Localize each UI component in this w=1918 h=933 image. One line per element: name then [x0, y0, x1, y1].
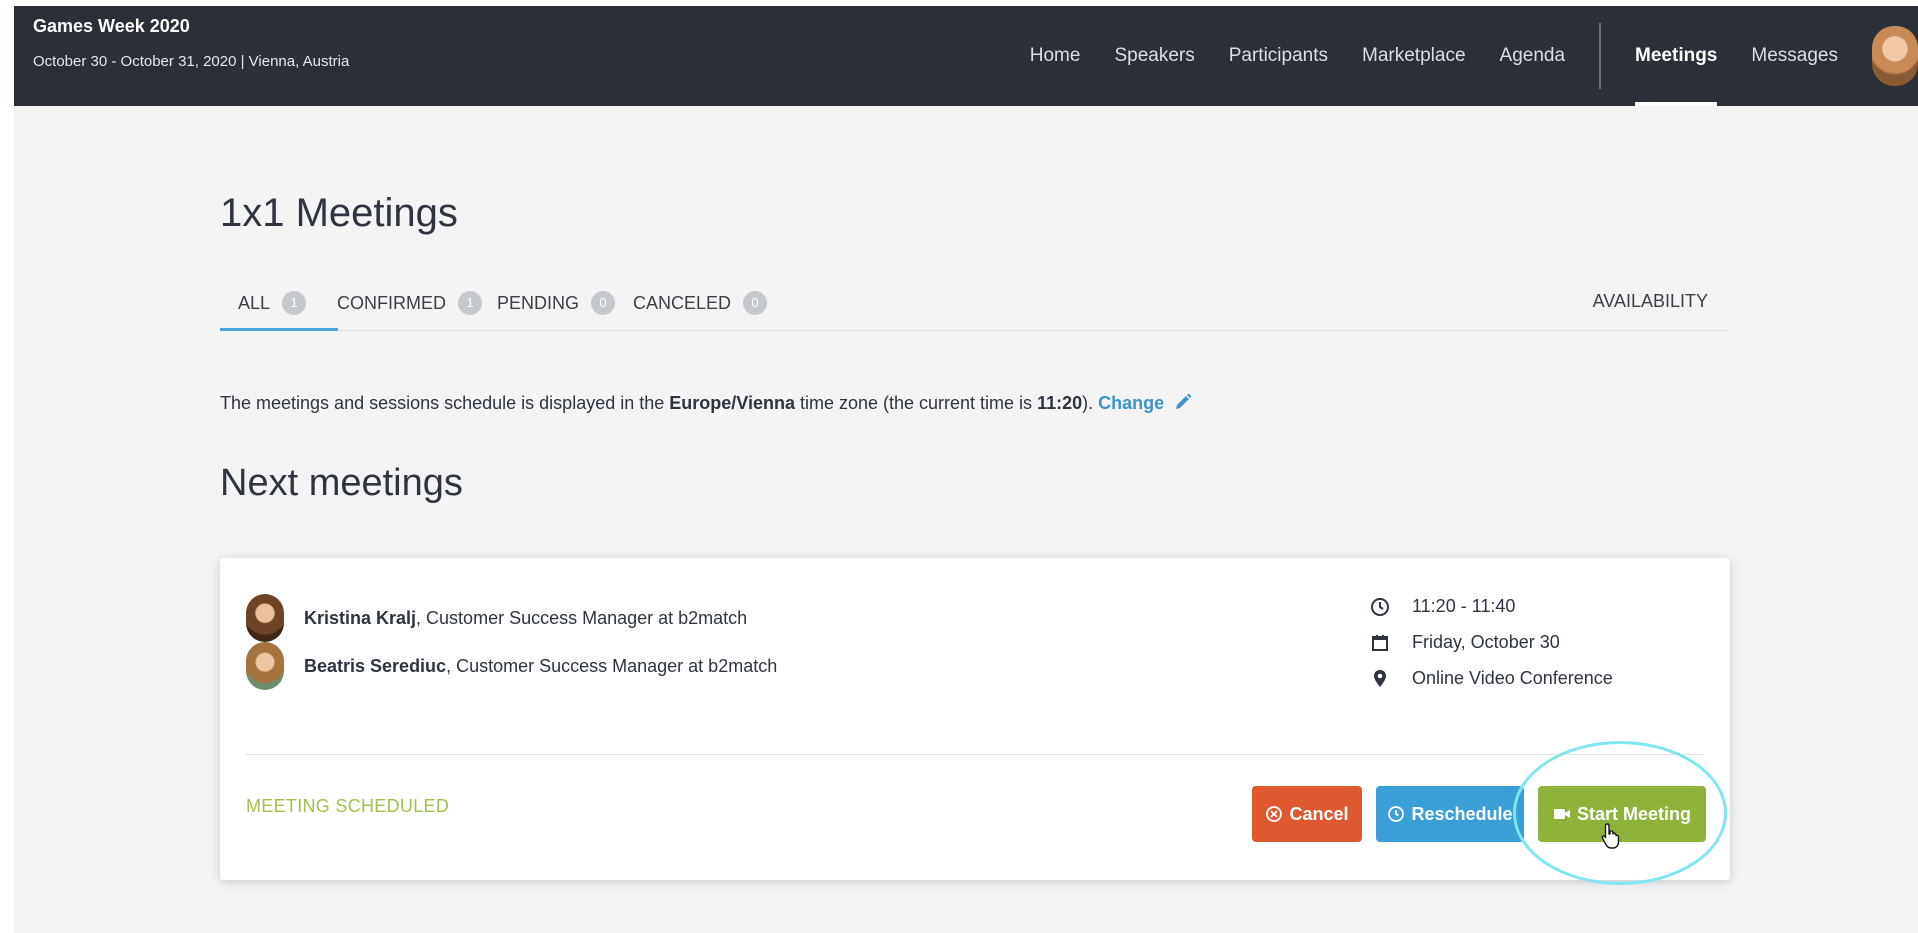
active-tab-indicator [220, 328, 338, 331]
tz-prefix: The meetings and sessions schedule is di… [220, 393, 670, 413]
calendar-icon [1372, 634, 1388, 651]
nav-messages[interactable]: Messages [1751, 6, 1838, 106]
tab-all-label: ALL [238, 292, 271, 313]
meeting-date: Friday, October 30 [1370, 632, 1560, 653]
meeting-time: 11:20 - 11:40 [1370, 596, 1515, 617]
participant-row: Kristina Kralj, Customer Success Manager… [246, 594, 747, 642]
top-navigation-bar: Games Week 2020 October 30 - October 31,… [14, 6, 1918, 106]
tab-canceled-label: CANCELED [633, 292, 732, 313]
tab-confirmed-count: 1 [458, 291, 482, 315]
timezone-note: The meetings and sessions schedule is di… [220, 392, 1193, 414]
participant-role: , Customer Success Manager at b2match [416, 607, 748, 628]
nav-home[interactable]: Home [1030, 6, 1081, 106]
participant-name[interactable]: Beatris Serediuc [304, 656, 446, 677]
meeting-status: MEETING SCHEDULED [246, 796, 450, 816]
meeting-location-text: Online Video Conference [1412, 668, 1613, 688]
tz-suffix: ). [1082, 393, 1099, 413]
nav-agenda[interactable]: Agenda [1500, 6, 1566, 106]
meeting-tabs: ALL 1 CONFIRMED 1 PENDING 0 CANCELED 0 A… [220, 281, 1730, 331]
tab-canceled[interactable]: CANCELED 0 [633, 291, 768, 315]
change-timezone-link[interactable]: Change [1098, 393, 1164, 413]
tab-availability[interactable]: AVAILABILITY [1593, 291, 1708, 312]
cancel-label: Cancel [1289, 803, 1349, 824]
page-frame: Games Week 2020 October 30 - October 31,… [14, 6, 1918, 933]
main-nav: Home Speakers Participants Marketplace A… [1030, 6, 1918, 106]
clock-icon [1371, 597, 1389, 616]
meeting-date-text: Friday, October 30 [1412, 632, 1560, 652]
next-meetings-heading: Next meetings [220, 462, 463, 504]
tab-canceled-count: 0 [743, 291, 768, 315]
nav-marketplace[interactable]: Marketplace [1362, 6, 1466, 106]
tab-pending-count: 0 [591, 291, 616, 315]
meeting-card: Kristina Kralj, Customer Success Manager… [220, 558, 1730, 885]
tz-middle: time zone (the current time is [794, 393, 1038, 413]
tz-current-time: 11:20 [1037, 393, 1083, 413]
clock-icon [1388, 806, 1405, 822]
reschedule-label: Reschedule [1411, 803, 1513, 824]
hand-cursor-icon [1601, 823, 1620, 849]
tab-confirmed[interactable]: CONFIRMED 1 [337, 291, 482, 315]
cancel-meeting-button[interactable]: Cancel [1252, 786, 1362, 842]
participant-role: , Customer Success Manager at b2match [446, 655, 778, 676]
tz-zone: Europe/Vienna [669, 393, 795, 413]
reschedule-button[interactable]: Reschedule [1376, 786, 1524, 842]
nav-participants[interactable]: Participants [1229, 6, 1328, 106]
participant-avatar[interactable] [246, 642, 284, 690]
participant-row: Beatris Serediuc, Customer Success Manag… [246, 642, 777, 690]
cancel-circle-icon [1266, 806, 1283, 822]
participant-avatar[interactable] [246, 594, 284, 642]
video-camera-icon [1553, 809, 1570, 819]
nav-speakers[interactable]: Speakers [1114, 6, 1194, 106]
tab-pending[interactable]: PENDING 0 [497, 291, 616, 315]
tab-all[interactable]: ALL 1 [238, 291, 307, 315]
map-pin-icon [1374, 669, 1386, 687]
meeting-time-text: 11:20 - 11:40 [1412, 596, 1516, 616]
tab-confirmed-label: CONFIRMED [337, 292, 446, 313]
tab-all-count: 1 [282, 291, 307, 315]
card-divider [246, 754, 1704, 755]
event-title[interactable]: Games Week 2020 [33, 16, 190, 37]
start-meeting-label: Start Meeting [1576, 803, 1691, 824]
start-meeting-button[interactable]: Start Meeting [1538, 786, 1706, 842]
pencil-icon[interactable] [1173, 392, 1193, 412]
nav-divider [1599, 23, 1602, 89]
page-title: 1x1 Meetings [220, 191, 458, 235]
tab-pending-label: PENDING [497, 292, 580, 313]
user-avatar[interactable] [1872, 26, 1918, 86]
participant-name[interactable]: Kristina Kralj [304, 608, 416, 629]
nav-meetings[interactable]: Meetings [1635, 6, 1718, 106]
meeting-location: Online Video Conference [1370, 668, 1613, 689]
event-dates-location: October 30 - October 31, 2020 | Vienna, … [33, 53, 350, 70]
